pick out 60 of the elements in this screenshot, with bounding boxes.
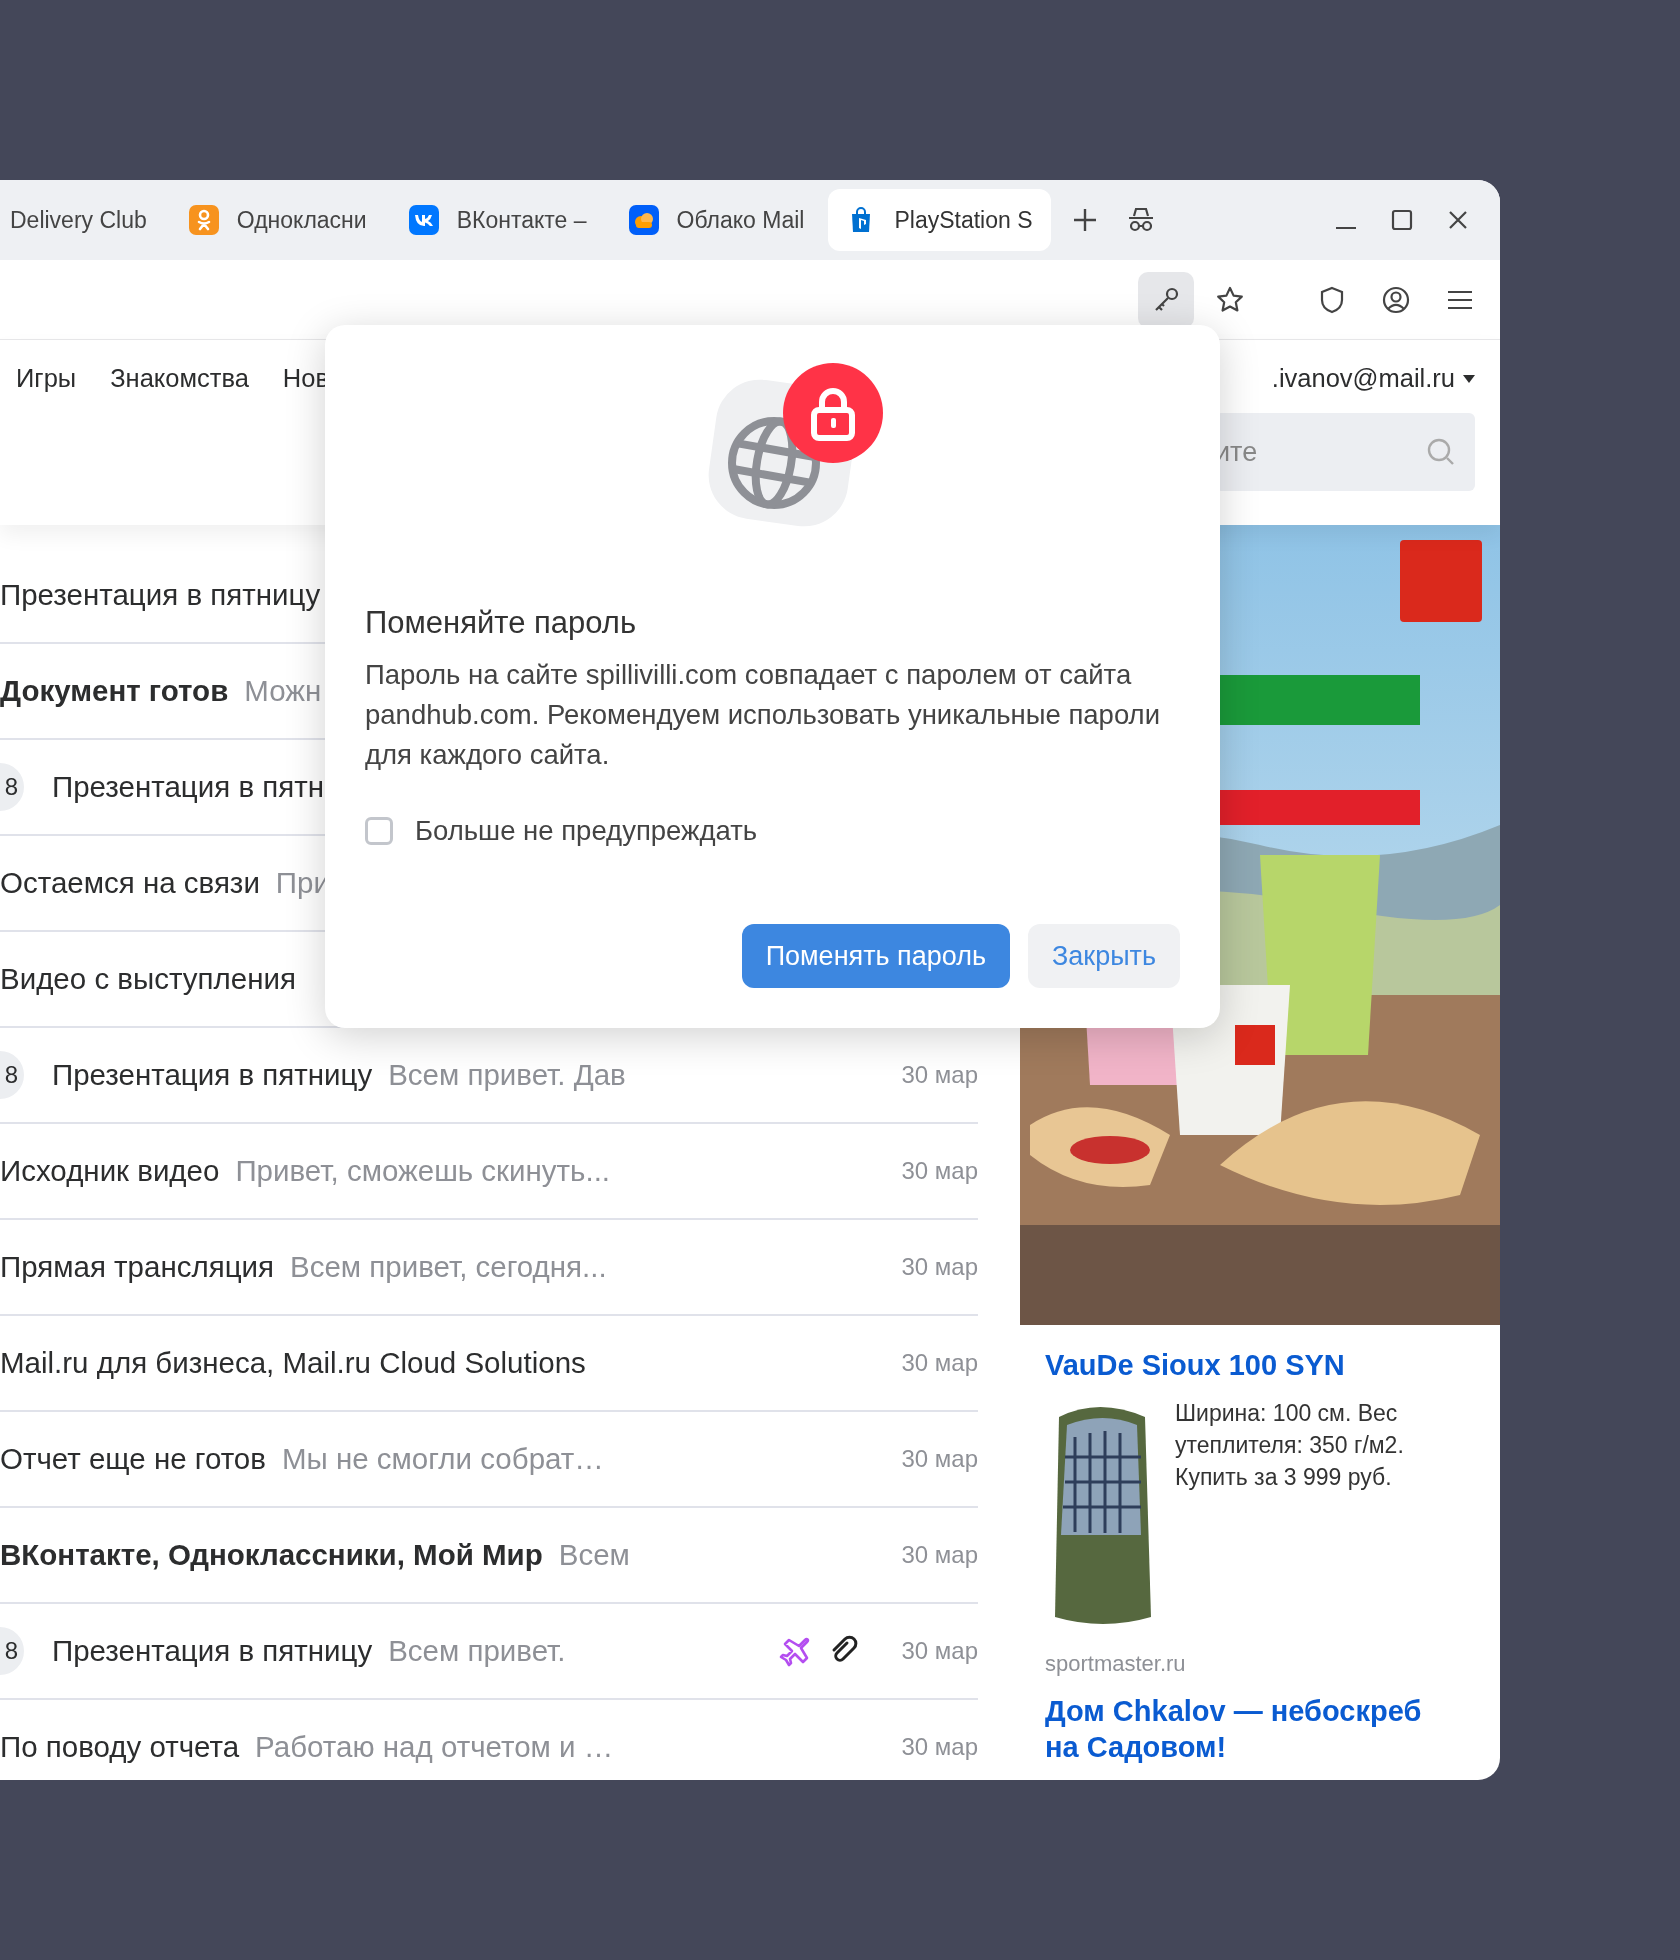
message-subject: Видео с выступления (0, 962, 296, 996)
message-subject: Презентация в пятницу (0, 578, 321, 612)
thread-count: 8 (0, 1627, 24, 1675)
nav-link[interactable]: Знакомства (110, 364, 249, 394)
message-subject: Документ готов (0, 674, 229, 708)
message-subject: Отчет еще не готов (0, 1442, 266, 1476)
message-subject: ВКонтакте, Одноклассники, Мой Мир (0, 1538, 543, 1572)
browser-tab[interactable]: Облако Mail (610, 189, 823, 251)
message-preview: Всем (558, 1538, 630, 1572)
message-subject: Презентация в пятницу (52, 1058, 373, 1092)
key-button[interactable] (1138, 271, 1194, 328)
message-subject: По поводу отчета (0, 1730, 240, 1764)
message-date: 30 мар (901, 1445, 978, 1473)
message-date: 30 мар (901, 1349, 978, 1377)
ok-logo-icon (188, 205, 219, 235)
change-password-button[interactable]: Поменять пароль (741, 924, 1010, 988)
message-row[interactable]: Исходник видео Привет, сможешь скинуть... 30 мар (0, 1124, 978, 1220)
message-date: 30 мар (901, 1541, 978, 1569)
message-subject: Остаемся на связи (0, 866, 260, 900)
message-row[interactable]: ВКонтакте, Одноклассники, Мой Мир Всем 30 мар (0, 1508, 978, 1604)
message-preview: Всем привет. (388, 1634, 566, 1668)
checkbox[interactable] (365, 817, 393, 845)
message-row[interactable]: 8 Презентация в пятницу Всем привет. 30 мар (0, 1604, 978, 1700)
nav-link[interactable]: Игры (16, 364, 77, 394)
message-date: 30 мар (901, 1061, 978, 1089)
message-preview: Привет, сможешь скинуть... (235, 1154, 611, 1188)
browser-tab[interactable]: ВКонтакте – (390, 189, 605, 251)
message-preview: Всем привет, сегодня... (290, 1250, 607, 1284)
message-row[interactable]: Прямая трансляция Всем привет, сегодня... 30 мар (0, 1220, 978, 1316)
message-subject: Прямая трансляция (0, 1250, 274, 1284)
checkbox-label[interactable]: Больше не предупреждать (415, 815, 758, 847)
message-subject: Исходник видео (0, 1154, 220, 1188)
message-preview: Всем привет. Дав (388, 1058, 626, 1092)
message-subject: Mail.ru для бизнеса, Mail.ru Cloud Solutions (0, 1346, 586, 1380)
browser-tab[interactable]: Однокласни (170, 189, 385, 251)
message-date: 30 мар (901, 1157, 978, 1185)
message-date: 30 мар (901, 1733, 978, 1761)
ad-description: Ширина: 100 см. Вес утеплителя: 350 г/м2. Купить за 3 999 руб. (1175, 1399, 1405, 1492)
ad-title[interactable]: VauDe Sioux 100 SYN (1045, 1347, 1480, 1383)
thread-count: 8 (0, 1051, 24, 1099)
caret-icon[interactable] (1463, 373, 1475, 384)
message-date: 30 мар (901, 1637, 978, 1665)
account-email[interactable]: .ivanov@mail.ru (1271, 364, 1455, 393)
message-preview: Работаю над отчетом и … (255, 1730, 614, 1764)
dialog-title: Поменяйте пароль (365, 605, 638, 641)
message-subject: Презентация в пятн (52, 770, 324, 804)
message-date: 30 мар (901, 1253, 978, 1281)
message-row[interactable]: Mail.ru для бизнеса, Mail.ru Cloud Solutions 30 мар (0, 1316, 978, 1412)
message-row[interactable]: По поводу отчета Работаю над отчетом и … 30 мар (0, 1700, 978, 1780)
message-subject: Презентация в пятницу (52, 1634, 373, 1668)
message-preview: Мы не смогли собрат… (281, 1442, 604, 1476)
thread-count: 8 (0, 763, 24, 811)
vk-logo-icon (408, 205, 439, 235)
cloud-logo-icon (628, 205, 659, 235)
message-row[interactable]: Отчет еще не готов Мы не смогли собрат… 30 мар (0, 1412, 978, 1508)
dialog-message: Пароль на сайте spillivilli.com совпадает с паролем от сайта pandhub.com. Рекомендуем использовать уникальные пароли для каждого сайта. (365, 658, 1161, 772)
ad-title[interactable]: Дом Chkalov — небоскреб на Садовом! (1045, 1693, 1450, 1765)
message-preview: Можн (244, 674, 322, 708)
browser-tab[interactable]: PlayStation S (828, 189, 1051, 251)
browser-tab[interactable]: Delivery Club (0, 189, 165, 251)
